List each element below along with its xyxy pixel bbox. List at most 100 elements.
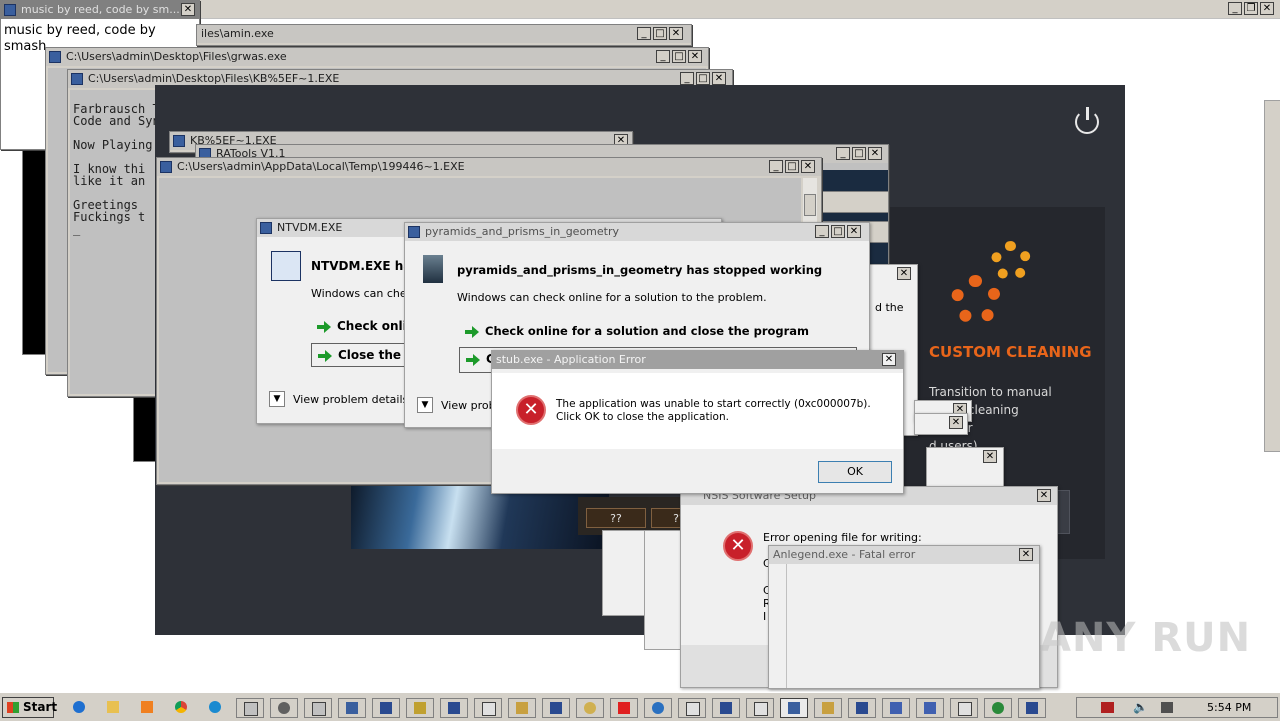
task-button-15[interactable] — [712, 698, 740, 718]
task-button-13[interactable] — [644, 698, 672, 718]
ratools-field[interactable] — [822, 191, 888, 213]
task-button-22[interactable] — [950, 698, 978, 718]
nsis-line-4: I — [763, 610, 767, 623]
ntvdm-option-check-online[interactable]: Check onlin — [317, 319, 415, 333]
pyramids-subtext: Windows can check online for a solution … — [457, 291, 767, 304]
pyramids-dialog-titlebar[interactable]: pyramids_and_prisms_in_geometry — [405, 223, 869, 241]
chrome-icon[interactable] — [168, 698, 196, 718]
maximize-button[interactable]: □ — [831, 225, 845, 238]
close-button[interactable]: ✕ — [669, 27, 683, 40]
scroll-thumb[interactable] — [804, 194, 816, 216]
close-button[interactable]: ✕ — [897, 267, 911, 280]
close-button[interactable]: ✕ — [1019, 548, 1033, 561]
ok-button[interactable]: OK — [818, 461, 892, 483]
task-button-4[interactable] — [338, 698, 366, 718]
close-button[interactable]: ✕ — [949, 416, 963, 429]
minimize-button[interactable]: _ — [815, 225, 829, 238]
console-icon — [160, 161, 172, 173]
side-dialog-text: d the — [875, 301, 904, 314]
task-button-3[interactable] — [304, 698, 332, 718]
edge-icon[interactable] — [202, 698, 230, 718]
maximize-button[interactable]: □ — [653, 27, 667, 40]
close-button[interactable]: ✕ — [1260, 2, 1274, 15]
close-button[interactable]: ✕ — [882, 353, 896, 366]
minimize-button[interactable]: _ — [680, 72, 694, 85]
cleaner-question-button-1[interactable]: ?? — [586, 508, 646, 528]
chevron-down-icon: ▼ — [417, 397, 433, 413]
amin-window-titlebar[interactable]: iles\amin.exe — [197, 25, 691, 43]
task-button-2[interactable] — [270, 698, 298, 718]
error-icon: ✕ — [723, 531, 753, 561]
green-arrow-icon — [465, 325, 479, 338]
green-arrow-icon — [318, 349, 332, 362]
pyramids-option-check-online[interactable]: Check online for a solution and close th… — [465, 324, 809, 338]
grwas-window-title: C:\Users\admin\Desktop\Files\grwas.exe — [66, 50, 287, 63]
error-icon: ✕ — [516, 395, 546, 425]
network-icon[interactable] — [1161, 702, 1173, 713]
anlegend-dialog[interactable]: Anlegend.exe - Fatal error ✕ — [768, 545, 1040, 689]
task-button-14[interactable] — [678, 698, 706, 718]
folder-icon[interactable] — [100, 698, 128, 718]
close-button[interactable]: ✕ — [847, 225, 861, 238]
maximize-button[interactable]: □ — [785, 160, 799, 173]
task-button-7[interactable] — [440, 698, 468, 718]
stacked-dialog-3[interactable]: ✕ — [926, 447, 1004, 487]
task-button-8[interactable] — [474, 698, 502, 718]
start-button[interactable]: Start — [2, 697, 58, 718]
view-details-label: View probl — [441, 399, 499, 412]
stacked-dialog-2[interactable]: ✕ — [914, 413, 968, 435]
maximize-button[interactable]: □ — [852, 147, 866, 160]
close-button[interactable]: ✕ — [983, 450, 997, 463]
task-button-9[interactable] — [508, 698, 536, 718]
media-player-icon[interactable] — [134, 698, 162, 718]
ie-icon[interactable] — [66, 698, 94, 718]
tray-flag-icon[interactable] — [1101, 702, 1114, 713]
start-label: Start — [23, 700, 58, 714]
task-button-11[interactable] — [576, 698, 604, 718]
close-button[interactable]: ✕ — [712, 72, 726, 85]
minimize-button[interactable]: _ — [836, 147, 850, 160]
task-button-10[interactable] — [542, 698, 570, 718]
volume-icon[interactable]: 🔈 — [1133, 700, 1148, 714]
minimize-button[interactable]: _ — [656, 50, 670, 63]
restore-button[interactable]: ❐ — [1244, 2, 1258, 15]
task-button-12[interactable] — [610, 698, 638, 718]
minimize-button[interactable]: _ — [769, 160, 783, 173]
task-button-1[interactable] — [236, 698, 264, 718]
close-button[interactable]: ✕ — [868, 147, 882, 160]
desktop-scrollbar[interactable] — [1264, 100, 1280, 452]
clock[interactable]: 5:54 PM — [1207, 701, 1251, 714]
task-button-23[interactable] — [984, 698, 1012, 718]
amin-window[interactable]: iles\amin.exe _ □ ✕ — [196, 24, 692, 46]
anlegend-dialog-titlebar[interactable]: Anlegend.exe - Fatal error — [769, 546, 1039, 564]
console-icon — [71, 73, 83, 85]
task-button-21[interactable] — [916, 698, 944, 718]
music-window-titlebar[interactable]: music by reed, code by sm... — [1, 1, 199, 19]
task-button-24[interactable] — [1018, 698, 1046, 718]
grwas-window-titlebar[interactable]: C:\Users\admin\Desktop\Files\grwas.exe — [46, 48, 708, 66]
minimize-button[interactable]: _ — [637, 27, 651, 40]
windows-logo-icon — [7, 702, 19, 713]
app-icon — [260, 222, 272, 234]
cleaner-heading: CUSTOM CLEANING — [929, 343, 1092, 361]
minimize-button[interactable]: _ — [1228, 2, 1242, 15]
power-icon-line — [1086, 107, 1089, 120]
ok-button-label: OK — [847, 465, 863, 478]
stub-error-dialog[interactable]: stub.exe - Application Error ✕ ✕ The app… — [491, 350, 904, 494]
close-button[interactable]: ✕ — [181, 3, 195, 16]
close-button[interactable]: ✕ — [688, 50, 702, 63]
task-button-16[interactable] — [746, 698, 774, 718]
close-button[interactable]: ✕ — [801, 160, 815, 173]
maximize-button[interactable]: □ — [696, 72, 710, 85]
task-button-19[interactable] — [848, 698, 876, 718]
task-button-18[interactable] — [814, 698, 842, 718]
task-button-20[interactable] — [882, 698, 910, 718]
stub-error-titlebar[interactable]: stub.exe - Application Error — [492, 351, 903, 369]
maximize-button[interactable]: □ — [672, 50, 686, 63]
task-button-17[interactable] — [780, 698, 808, 718]
task-button-6[interactable] — [406, 698, 434, 718]
temp-window-titlebar[interactable]: C:\Users\admin\AppData\Local\Temp\199446… — [157, 158, 821, 176]
close-button[interactable]: ✕ — [1037, 489, 1051, 502]
stub-error-title: stub.exe - Application Error — [496, 353, 646, 366]
task-button-5[interactable] — [372, 698, 400, 718]
